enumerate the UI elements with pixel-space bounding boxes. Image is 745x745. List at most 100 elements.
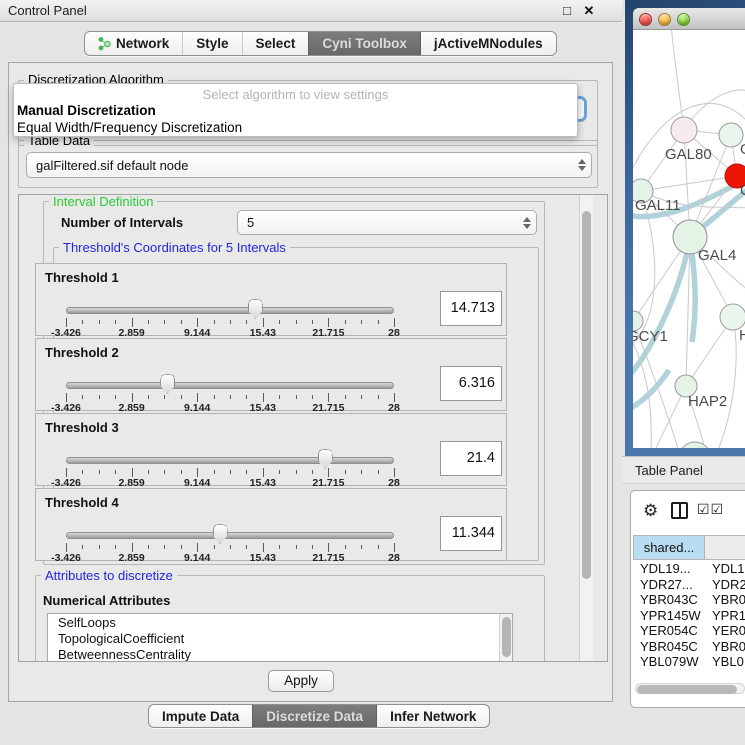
- tab-impute-data[interactable]: Impute Data: [149, 705, 252, 727]
- threshold-slider-tick-labels: -3.4262.8599.14415.4321.71528: [66, 402, 394, 413]
- threshold-slider-handle[interactable]: [213, 524, 228, 544]
- table-row[interactable]: YDL19... YDL1: [633, 561, 745, 577]
- network-window-titlebar[interactable]: [633, 8, 745, 30]
- slider-tick: [263, 318, 264, 327]
- close-panel-icon[interactable]: ✕: [580, 2, 598, 20]
- settings-scrollbar-thumb[interactable]: [582, 211, 591, 579]
- table-row[interactable]: YBR043C YBR0: [633, 592, 745, 608]
- slider-tick: [279, 545, 280, 549]
- network-node-label: GCY1: [633, 328, 668, 345]
- control-panel-titlebar: Control Panel □ ✕: [0, 0, 622, 22]
- threshold-slider-handle[interactable]: [248, 299, 263, 319]
- threshold-slider-handle[interactable]: [160, 374, 175, 394]
- table-row[interactable]: YDR27... YDR2: [633, 577, 745, 593]
- table-row[interactable]: YBL079W YBL0: [633, 654, 745, 670]
- column-header-name[interactable]: na: [704, 535, 745, 560]
- combo-spinner-icon: [573, 159, 591, 171]
- tab-select[interactable]: Select: [242, 32, 309, 55]
- algorithm-option-equal-width[interactable]: Equal Width/Frequency Discretization: [17, 120, 242, 135]
- slider-tick: [361, 320, 362, 324]
- threshold-slider-track[interactable]: [66, 382, 394, 389]
- slider-tick: [345, 320, 346, 324]
- network-node[interactable]: [671, 117, 697, 143]
- slider-tick: [263, 468, 264, 477]
- slider-tick: [214, 470, 215, 474]
- network-edge[interactable]: [718, 317, 736, 448]
- attribute-list-item[interactable]: BetweennessCentrality: [48, 646, 512, 662]
- slider-tick: [230, 320, 231, 324]
- network-node-label: GAL4: [698, 247, 736, 264]
- threshold-slider-handle[interactable]: [318, 449, 333, 469]
- table-row[interactable]: YER054C YER0: [633, 623, 745, 639]
- slider-tick: [181, 395, 182, 399]
- tab-discretize-data[interactable]: Discretize Data: [252, 705, 376, 727]
- zoom-traffic-light-icon[interactable]: [677, 13, 690, 26]
- float-window-icon[interactable]: □: [558, 2, 576, 20]
- split-columns-icon[interactable]: [671, 502, 688, 519]
- attributes-group-title: Attributes to discretize: [41, 568, 177, 583]
- slider-tick: [132, 318, 133, 327]
- table-row[interactable]: YLR345W YLR3: [633, 670, 745, 674]
- threshold-value-field[interactable]: 14.713: [440, 291, 502, 326]
- number-of-intervals-label: Number of Intervals: [61, 215, 183, 230]
- threshold-label: Threshold 3: [45, 420, 119, 435]
- slider-tick: [296, 470, 297, 474]
- tab-network[interactable]: Network: [85, 32, 182, 55]
- threshold-slider-track[interactable]: [66, 457, 394, 464]
- slider-tick: [132, 468, 133, 477]
- minimize-traffic-light-icon[interactable]: [658, 13, 671, 26]
- apply-button[interactable]: Apply: [268, 670, 334, 692]
- cell-shared-name: YBL079W: [633, 654, 704, 670]
- table-data-combo[interactable]: galFiltered.sif default node: [26, 152, 592, 178]
- slider-tick: [296, 395, 297, 399]
- tab-style[interactable]: Style: [182, 32, 241, 55]
- table-row[interactable]: YPR145W YPR1: [633, 608, 745, 624]
- slider-tick: [230, 395, 231, 399]
- attributes-scrollbar-thumb[interactable]: [502, 617, 511, 657]
- numerical-attributes-label: Numerical Attributes: [43, 593, 170, 608]
- threshold-value-field[interactable]: 11.344: [440, 516, 502, 551]
- network-canvas[interactable]: GAL80GAGAL11CGAL4GCY1HHAP2: [633, 30, 745, 448]
- network-edge[interactable]: [671, 30, 684, 130]
- slider-tick-label: 2.859: [118, 552, 144, 564]
- gear-icon[interactable]: ⚙: [643, 501, 658, 521]
- slider-tick: [214, 395, 215, 399]
- number-of-intervals-value: 5: [238, 215, 518, 230]
- tab-jactivemnodules-label: jActiveMNodules: [434, 36, 543, 51]
- threshold-value-field[interactable]: 6.316: [440, 366, 502, 401]
- network-node-label: GAL11: [635, 197, 681, 214]
- network-edge[interactable]: [633, 237, 690, 378]
- attributes-list-scrollbar[interactable]: [499, 614, 512, 662]
- tab-cyni-toolbox[interactable]: Cyni Toolbox: [308, 32, 420, 55]
- select-columns-checkboxes-icon[interactable]: ☑☑: [697, 501, 724, 518]
- threshold-box: Threshold 4 -3.4262.8599.14415.4321.7152…: [35, 488, 507, 561]
- threshold-value-field[interactable]: 21.4: [440, 441, 502, 476]
- slider-tick: [164, 545, 165, 549]
- table-scrollbar-thumb[interactable]: [637, 685, 737, 694]
- network-node[interactable]: [679, 442, 711, 448]
- control-panel-title: Control Panel: [8, 0, 87, 22]
- attribute-list-item[interactable]: SelfLoops: [48, 614, 512, 630]
- threshold-slider-track[interactable]: [66, 532, 394, 539]
- number-of-intervals-combo[interactable]: 5: [237, 210, 537, 235]
- threshold-box: Threshold 1 -3.4262.8599.14415.4321.7152…: [35, 263, 507, 336]
- settings-panel-scrollbar[interactable]: [579, 195, 593, 661]
- close-traffic-light-icon[interactable]: [639, 13, 652, 26]
- threshold-slider-tick-labels: -3.4262.8599.14415.4321.71528: [66, 552, 394, 563]
- column-header-shared-name[interactable]: shared...: [633, 535, 705, 560]
- slider-tick: [246, 470, 247, 474]
- tab-infer-network[interactable]: Infer Network: [376, 705, 489, 727]
- application-window: Control Panel □ ✕ Network Style Select C…: [0, 0, 745, 745]
- algorithm-option-manual[interactable]: Manual Discretization: [17, 103, 156, 118]
- threshold-slider-track[interactable]: [66, 307, 394, 314]
- table-row[interactable]: YBR045C YBR0: [633, 639, 745, 655]
- attribute-list-item[interactable]: TopologicalCoefficient: [48, 630, 512, 646]
- slider-tick: [66, 543, 67, 552]
- tab-jactivemnodules[interactable]: jActiveMNodules: [420, 32, 556, 55]
- slider-tick: [378, 545, 379, 549]
- network-node-label: C: [740, 182, 745, 199]
- table-horizontal-scrollbar[interactable]: [635, 683, 745, 694]
- tab-discretize-data-label: Discretize Data: [266, 709, 363, 724]
- slider-tick: [115, 470, 116, 474]
- slider-tick: [148, 470, 149, 474]
